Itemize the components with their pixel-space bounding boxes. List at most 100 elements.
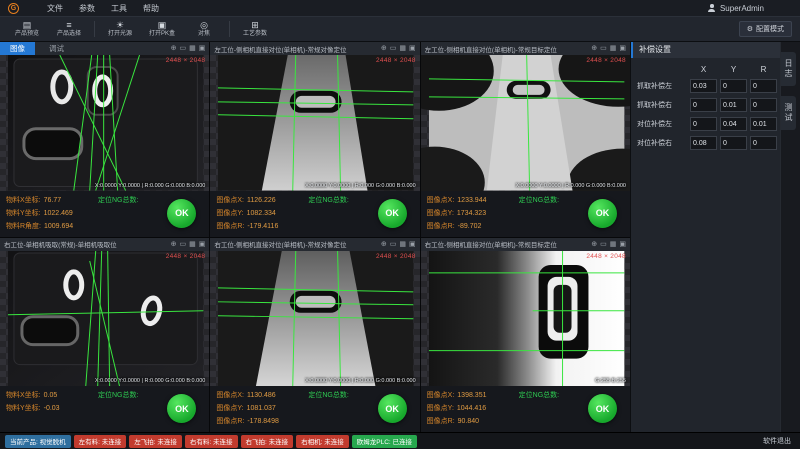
- toolbar-separator: [94, 21, 95, 37]
- zoom-icon[interactable]: ⊕: [171, 42, 177, 55]
- product-select-button[interactable]: ≡ 产品选择: [50, 17, 88, 41]
- menu-help[interactable]: 帮助: [143, 3, 159, 14]
- align-comp-right-r-input[interactable]: [750, 136, 777, 150]
- software-exit-link[interactable]: 软件退出: [763, 436, 791, 446]
- info-value: 1126.226: [247, 197, 276, 204]
- grab-comp-right-r-input[interactable]: [750, 98, 777, 112]
- menu-file[interactable]: 文件: [47, 3, 63, 14]
- camera-image[interactable]: 2448 × 2048 G:255 B:255: [421, 251, 630, 387]
- grid-icon[interactable]: ▦: [610, 42, 617, 55]
- save-icon[interactable]: ▣: [409, 42, 416, 55]
- align-comp-right-x-input[interactable]: [690, 136, 717, 150]
- menu-params[interactable]: 参数: [79, 3, 95, 14]
- save-icon[interactable]: ▣: [199, 42, 206, 55]
- camera-image[interactable]: 2448 × 2048 X:0.0000 Y:0.0000 | R:0.000 …: [0, 251, 209, 387]
- camera-photo: [0, 55, 209, 191]
- ok-indicator[interactable]: OK: [378, 199, 407, 228]
- grid-icon[interactable]: ▦: [610, 238, 617, 251]
- compensation-panel: 补偿设置 X Y R 抓取补偿左 抓取补偿右 对位补偿左 对位补偿右: [630, 42, 780, 432]
- grab-comp-right-x-input[interactable]: [690, 98, 717, 112]
- marquee-icon[interactable]: ▭: [600, 238, 607, 251]
- zoom-icon[interactable]: ⊕: [381, 238, 387, 251]
- menu-tools[interactable]: 工具: [111, 3, 127, 14]
- column-x: X: [690, 65, 717, 74]
- toolbar-separator: [229, 21, 230, 37]
- user-name: SuperAdmin: [720, 4, 764, 13]
- save-icon[interactable]: ▣: [619, 42, 626, 55]
- zoom-icon[interactable]: ⊕: [381, 42, 387, 55]
- align-comp-left-y-input[interactable]: [720, 117, 747, 131]
- product-preview-button[interactable]: ▤ 产品预览: [8, 17, 46, 41]
- align-comp-left-r-input[interactable]: [750, 117, 777, 131]
- focus-button[interactable]: ◎ 对焦: [185, 17, 223, 41]
- grab-comp-left-y-input[interactable]: [720, 79, 747, 93]
- resolution-label: 2448 × 2048: [586, 57, 626, 64]
- tab-debug[interactable]: 调试: [39, 42, 74, 55]
- grab-comp-left-r-input[interactable]: [750, 79, 777, 93]
- marquee-icon[interactable]: ▭: [600, 42, 607, 55]
- ok-indicator[interactable]: OK: [167, 199, 196, 228]
- camera-image[interactable]: 2448 × 2048 X:0.0000 Y:0.0000 | R:0.000 …: [0, 55, 209, 191]
- info-value: 1082.334: [247, 210, 276, 217]
- grid-icon[interactable]: ▦: [189, 42, 196, 55]
- marquee-icon[interactable]: ▭: [179, 42, 186, 55]
- status-current-product: 当前产品: 视觉脱机: [5, 435, 71, 448]
- side-tab-test[interactable]: 测试: [781, 96, 796, 130]
- side-tab-log[interactable]: 日志: [781, 52, 796, 86]
- panel-header: 图像 调试 ⊕ ▭ ▦ ▣: [0, 42, 209, 55]
- camera-panel-6: 右工位-侧相机直接对位(单相机)-常规目标定位 ⊕ ▭ ▦ ▣: [421, 238, 630, 433]
- compensation-grid: X Y R 抓取补偿左 抓取补偿右 对位补偿左 对位补偿右: [631, 58, 780, 150]
- info-value: -178.8498: [247, 418, 279, 425]
- open-light-button[interactable]: ☀ 打开光源: [101, 17, 139, 41]
- zoom-icon[interactable]: ⊕: [591, 42, 597, 55]
- align-comp-left-x-input[interactable]: [690, 117, 717, 131]
- ng-total-label: 定位NG总数:: [98, 195, 138, 205]
- panel-info: 图像点X:1233.944 图像点Y:1734.323 图像点R:-89.702…: [421, 191, 630, 237]
- panel-title: 左工位-侧相机直接对位(单相机)-常规目标定位: [425, 44, 588, 54]
- marquee-icon[interactable]: ▭: [179, 238, 186, 251]
- save-icon[interactable]: ▣: [409, 238, 416, 251]
- marquee-icon[interactable]: ▭: [390, 238, 397, 251]
- resolution-label: 2448 × 2048: [166, 253, 206, 260]
- align-comp-right-label: 对位补偿右: [637, 138, 687, 148]
- ok-indicator[interactable]: OK: [588, 199, 617, 228]
- info-value: -179.4116: [247, 223, 278, 230]
- grab-comp-left-x-input[interactable]: [690, 79, 717, 93]
- process-params-label: 工艺参数: [243, 30, 267, 38]
- pixel-info: X:0.0000 Y:0.0000 | R:0.000 G:0.000 B:0.…: [305, 183, 416, 189]
- tab-image[interactable]: 图像: [0, 42, 35, 55]
- info-value: -0.03: [44, 405, 60, 412]
- info-label: 物料X坐标:: [6, 392, 41, 399]
- zoom-icon[interactable]: ⊕: [171, 238, 177, 251]
- camera-image[interactable]: 2448 × 2048 X:0.0000 Y:0.0000 | R:0.000 …: [421, 55, 630, 191]
- info-value: 1081.037: [247, 405, 276, 412]
- panel-title: 左工位-侧相机直接对位(单相机)-常规对像定位: [214, 44, 377, 54]
- camera-image[interactable]: 2448 × 2048 X:0.0000 Y:0.0000 | R:0.000 …: [210, 55, 419, 191]
- resolution-label: 2448 × 2048: [376, 57, 416, 64]
- ok-indicator[interactable]: OK: [588, 394, 617, 423]
- camera-panel-1: 图像 调试 ⊕ ▭ ▦ ▣: [0, 42, 209, 237]
- align-comp-right-y-input[interactable]: [720, 136, 747, 150]
- camera-photo: [210, 55, 419, 191]
- open-light-label: 打开光源: [108, 30, 132, 38]
- grab-comp-right-label: 抓取补偿右: [637, 100, 687, 110]
- grid-icon[interactable]: ▦: [399, 238, 406, 251]
- camera-image[interactable]: 2448 × 2048 X:0.0000 Y:0.0000 | R:0.000 …: [210, 251, 419, 387]
- user-button[interactable]: SuperAdmin: [708, 4, 764, 13]
- marquee-icon[interactable]: ▭: [390, 42, 397, 55]
- title-bar: G 文件 参数 工具 帮助 SuperAdmin: [0, 0, 800, 16]
- config-mode-button[interactable]: ⚙ 配置模式: [739, 21, 792, 37]
- status-right-camera: 右相机: 未连接: [296, 435, 349, 448]
- info-label: 图像点R:: [216, 223, 244, 230]
- ok-indicator[interactable]: OK: [378, 394, 407, 423]
- grid-icon[interactable]: ▦: [399, 42, 406, 55]
- open-pkbox-button[interactable]: ▣ 打开PK盒: [143, 17, 181, 41]
- save-icon[interactable]: ▣: [619, 238, 626, 251]
- info-label: 图像点R:: [427, 223, 455, 230]
- zoom-icon[interactable]: ⊕: [591, 238, 597, 251]
- grab-comp-right-y-input[interactable]: [720, 98, 747, 112]
- info-value: 1734.323: [457, 210, 486, 217]
- save-icon[interactable]: ▣: [199, 238, 206, 251]
- grid-icon[interactable]: ▦: [189, 238, 196, 251]
- process-params-button[interactable]: ⊞ 工艺参数: [236, 17, 274, 41]
